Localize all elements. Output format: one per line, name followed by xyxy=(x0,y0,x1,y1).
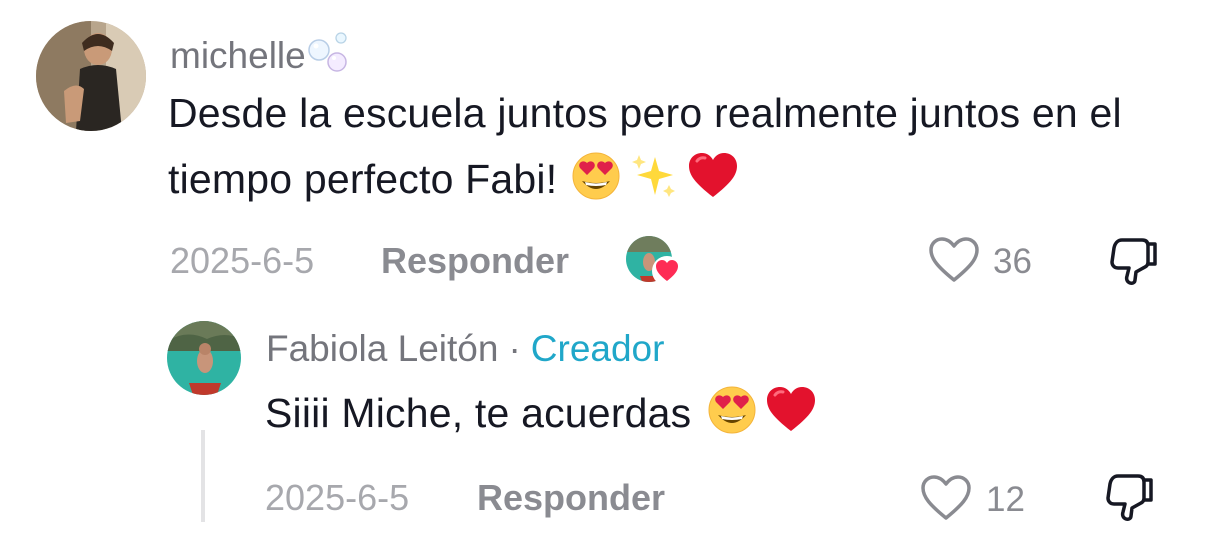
sparkles-emoji-icon xyxy=(629,151,679,220)
comment-text: Desde la escuela juntos pero realmente j… xyxy=(168,80,1168,220)
comment-like-count: 36 xyxy=(993,242,1032,281)
reply-like-button[interactable]: 12 xyxy=(920,472,1030,524)
reply-body: Siiii Miche, te acuerdas xyxy=(265,390,692,436)
commenter-username[interactable]: michelle xyxy=(170,32,355,80)
comment-reply-button[interactable]: Responder xyxy=(381,243,569,279)
comment-dislike-button[interactable] xyxy=(1108,236,1160,286)
reply-dislike-button[interactable] xyxy=(1104,472,1156,522)
reply-reply-button[interactable]: Responder xyxy=(477,480,665,516)
separator-dot: · xyxy=(508,328,521,369)
reply-username[interactable]: Fabiola Leitón xyxy=(266,328,498,369)
commenter-name[interactable]: michelle xyxy=(170,35,306,76)
heart-eyes-emoji-icon xyxy=(571,151,621,220)
comment-date: 2025-6-5 xyxy=(170,240,315,281)
reply-like-count: 12 xyxy=(986,480,1025,519)
thumbs-down-icon xyxy=(1108,238,1160,290)
reply-text: Siiii Miche, te acuerdas xyxy=(265,380,1165,454)
reply-date: 2025-6-5 xyxy=(265,477,410,518)
heart-outline-icon xyxy=(928,236,980,289)
reply-thread-line xyxy=(201,430,205,522)
red-heart-emoji-icon xyxy=(687,151,739,220)
liked-by-creator-badge xyxy=(626,236,686,288)
heart-eyes-emoji-icon xyxy=(707,385,757,454)
bubbles-icon xyxy=(307,32,355,80)
comment-like-button[interactable]: 36 xyxy=(928,234,1038,286)
reply-username-row: Fabiola Leitón · Creador xyxy=(266,330,664,367)
creator-avatar[interactable] xyxy=(167,321,241,395)
thumbs-down-icon xyxy=(1104,474,1156,526)
heart-outline-icon xyxy=(920,474,972,527)
creator-label: Creador xyxy=(530,328,665,369)
commenter-avatar[interactable] xyxy=(36,21,146,131)
heart-badge-icon xyxy=(652,256,682,286)
red-heart-emoji-icon xyxy=(765,385,817,454)
